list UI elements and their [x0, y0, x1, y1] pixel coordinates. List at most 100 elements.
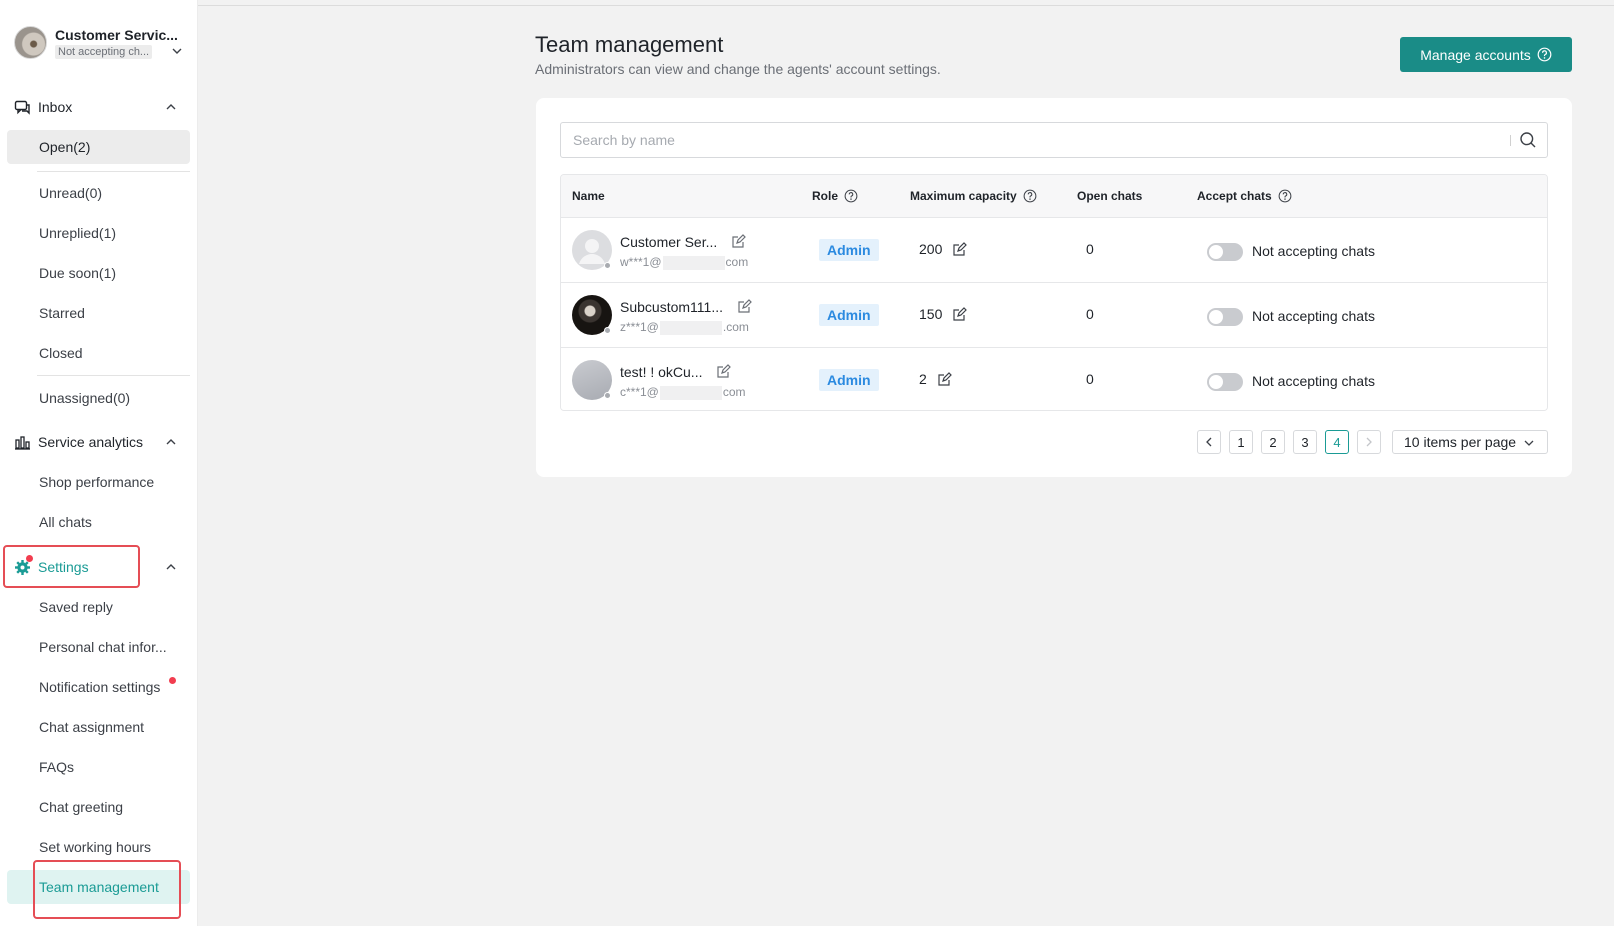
sidebar: Customer Servic... Not accepting ch... I…	[0, 0, 198, 926]
sidebar-item-starred[interactable]: Starred	[7, 296, 190, 330]
chevron-left-icon	[1206, 437, 1212, 447]
page-title: Team management	[535, 32, 724, 57]
open-chats-count: 0	[1086, 241, 1094, 257]
sidebar-item-working-hours[interactable]: Set working hours	[7, 830, 190, 864]
chevron-up-icon[interactable]	[164, 100, 178, 114]
table-row: test! ! okCu... c***1@ com Admin 2 0 Not …	[561, 347, 1547, 410]
avatar	[572, 230, 612, 270]
search-box	[560, 122, 1548, 158]
sidebar-item-unread[interactable]: Unread(0)	[7, 176, 190, 210]
page-3-button[interactable]: 3	[1293, 430, 1317, 454]
max-capacity: 200	[919, 241, 968, 257]
chevron-down-icon[interactable]	[170, 44, 184, 58]
max-capacity: 2	[919, 371, 952, 387]
max-capacity: 150	[919, 306, 968, 322]
avatar	[14, 26, 47, 59]
open-chats-count: 0	[1086, 306, 1094, 322]
highlight-box	[33, 860, 181, 919]
profile-name: Customer Servic...	[55, 27, 178, 43]
search-input[interactable]	[561, 123, 1501, 157]
sidebar-item-due-soon[interactable]: Due soon(1)	[7, 256, 190, 290]
agent-email: z***1@ .com	[620, 320, 749, 335]
prev-page-button[interactable]	[1197, 430, 1221, 454]
notification-dot	[169, 677, 176, 684]
profile-switcher[interactable]: Customer Servic... Not accepting ch...	[14, 26, 194, 62]
sidebar-section-label: Inbox	[38, 99, 73, 115]
divider	[37, 375, 190, 376]
help-icon	[1537, 47, 1552, 62]
sidebar-item-chat-greeting[interactable]: Chat greeting	[7, 790, 190, 824]
help-icon[interactable]	[1278, 189, 1292, 203]
sidebar-item-all-chats[interactable]: All chats	[7, 505, 190, 539]
agent-email: w***1@ com	[620, 255, 749, 270]
status-dot	[604, 392, 611, 399]
manage-accounts-label: Manage accounts	[1420, 46, 1531, 63]
status-dot	[604, 327, 611, 334]
role-badge: Admin	[819, 369, 879, 391]
agent-name: test! ! okCu...	[620, 364, 732, 380]
status-dot	[604, 262, 611, 269]
edit-icon[interactable]	[731, 234, 747, 249]
page-subtitle: Administrators can view and change the a…	[535, 61, 941, 77]
highlight-box	[3, 545, 140, 588]
search-icon[interactable]	[1519, 131, 1537, 149]
sidebar-item-shop-performance[interactable]: Shop performance	[7, 465, 190, 499]
column-role: Role	[812, 175, 858, 217]
page-4-button[interactable]: 4	[1325, 430, 1349, 454]
sidebar-item-notification-settings[interactable]: Notification settings	[7, 670, 190, 704]
manage-accounts-button[interactable]: Manage accounts	[1400, 37, 1572, 72]
table-row: Subcustom111... z***1@ .com Admin 150 0 N…	[561, 282, 1547, 347]
agents-table: Name Role Maximum capacity Open chats Ac…	[560, 174, 1548, 411]
edit-icon[interactable]	[716, 364, 732, 379]
next-page-button[interactable]	[1357, 430, 1381, 454]
accept-chats-status: Not accepting chats	[1252, 308, 1375, 324]
avatar	[572, 295, 612, 335]
column-open-chats: Open chats	[1077, 189, 1143, 203]
page-1-button[interactable]: 1	[1229, 430, 1253, 454]
help-icon[interactable]	[1023, 189, 1037, 203]
role-badge: Admin	[819, 239, 879, 261]
bar-chart-icon	[14, 434, 31, 451]
sidebar-section-analytics[interactable]: Service analytics	[14, 432, 184, 452]
divider	[37, 171, 190, 172]
sidebar-item-saved-reply[interactable]: Saved reply	[7, 590, 190, 624]
chevron-up-icon[interactable]	[164, 435, 178, 449]
accept-chats-status: Not accepting chats	[1252, 373, 1375, 389]
edit-icon[interactable]	[937, 371, 952, 387]
page-2-button[interactable]: 2	[1261, 430, 1285, 454]
agent-name: Subcustom111...	[620, 299, 752, 315]
profile-status: Not accepting ch...	[55, 45, 153, 59]
column-max-capacity: Maximum capacity	[910, 175, 1037, 217]
divider	[1510, 135, 1511, 146]
agent-name: Customer Ser...	[620, 234, 747, 250]
edit-icon[interactable]	[952, 306, 968, 322]
sidebar-item-personal-chat-info[interactable]: Personal chat infor...	[7, 630, 190, 664]
accept-chats-toggle[interactable]	[1207, 373, 1243, 391]
chat-bubbles-icon	[14, 99, 31, 116]
column-accept-chats: Accept chats	[1197, 175, 1292, 217]
chevron-right-icon	[1366, 437, 1372, 447]
accept-chats-toggle[interactable]	[1207, 243, 1243, 261]
accept-chats-toggle[interactable]	[1207, 308, 1243, 326]
sidebar-item-open[interactable]: Open(2)	[7, 130, 190, 164]
sidebar-item-faqs[interactable]: FAQs	[7, 750, 190, 784]
items-per-page-select[interactable]: 10 items per page	[1392, 430, 1548, 454]
chevron-down-icon	[1524, 440, 1534, 446]
open-chats-count: 0	[1086, 371, 1094, 387]
column-name: Name	[572, 189, 605, 203]
table-row: Customer Ser... w***1@ com Admin 200 0 No…	[561, 217, 1547, 282]
table-header: Name Role Maximum capacity Open chats Ac…	[561, 175, 1547, 217]
avatar	[572, 360, 612, 400]
sidebar-section-inbox[interactable]: Inbox	[14, 97, 184, 117]
sidebar-item-closed[interactable]: Closed	[7, 336, 190, 370]
sidebar-item-unreplied[interactable]: Unreplied(1)	[7, 216, 190, 250]
sidebar-item-chat-assignment[interactable]: Chat assignment	[7, 710, 190, 744]
help-icon[interactable]	[844, 189, 858, 203]
edit-icon[interactable]	[737, 299, 752, 314]
edit-icon[interactable]	[952, 241, 968, 257]
items-per-page-value: 10 items per page	[1404, 434, 1517, 450]
chevron-up-icon[interactable]	[164, 560, 178, 574]
agent-email: c***1@ com	[620, 385, 746, 400]
sidebar-section-label: Service analytics	[38, 434, 144, 450]
sidebar-item-unassigned[interactable]: Unassigned(0)	[7, 381, 190, 415]
